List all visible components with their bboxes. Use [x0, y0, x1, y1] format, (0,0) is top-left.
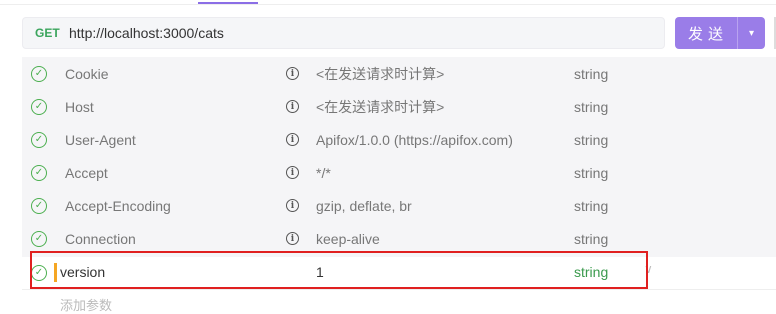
- table-row: ✓ Accept-Encoding i gzip, deflate, br st…: [22, 189, 776, 222]
- header-value: keep-alive: [316, 230, 380, 247]
- active-tab-indicator: [198, 2, 258, 4]
- check-circle-icon[interactable]: ✓: [31, 65, 47, 82]
- info-icon[interactable]: i: [286, 67, 299, 80]
- url-input[interactable]: http://localhost:3000/cats: [69, 25, 224, 41]
- header-type: string: [574, 197, 609, 214]
- method-selector[interactable]: GET: [35, 26, 69, 40]
- url-bar[interactable]: GET http://localhost:3000/cats: [22, 17, 665, 49]
- table-row: ✓ Cookie i <在发送请求时计算> string: [22, 57, 776, 90]
- header-name: Cookie: [65, 65, 109, 82]
- table-row: ✓ Host i <在发送请求时计算> string: [22, 90, 776, 123]
- header-value: */*: [316, 164, 331, 181]
- header-name: Accept: [65, 164, 108, 181]
- info-icon[interactable]: i: [286, 100, 299, 113]
- chevron-down-icon[interactable]: ▾: [738, 28, 765, 39]
- header-type: string: [574, 98, 609, 115]
- table-row: ✓ User-Agent i Apifox/1.0.0 (https://api…: [22, 123, 776, 156]
- headers-table: ✓ Cookie i <在发送请求时计算> string ✓ Host i <在…: [22, 57, 776, 257]
- header-value: <在发送请求时计算>: [316, 98, 445, 115]
- top-divider: [0, 4, 776, 5]
- check-circle-icon[interactable]: ✓: [31, 131, 47, 148]
- check-circle-icon[interactable]: ✓: [31, 98, 47, 115]
- info-icon[interactable]: i: [286, 166, 299, 179]
- header-value: gzip, deflate, br: [316, 197, 412, 214]
- send-button[interactable]: 发送 ▾: [675, 17, 765, 49]
- header-type: string: [574, 230, 609, 247]
- info-icon[interactable]: i: [286, 232, 299, 245]
- check-circle-icon[interactable]: ✓: [31, 164, 47, 181]
- header-type: string: [574, 65, 609, 82]
- highlight-annotation: [30, 251, 648, 289]
- header-name: Connection: [65, 230, 136, 247]
- info-icon[interactable]: i: [286, 199, 299, 212]
- add-param-input[interactable]: 添加参数: [60, 295, 112, 314]
- row-divider: [22, 289, 776, 290]
- header-name: Accept-Encoding: [65, 197, 171, 214]
- header-name: User-Agent: [65, 131, 136, 148]
- header-name: Host: [65, 98, 94, 115]
- check-circle-icon[interactable]: ✓: [31, 197, 47, 214]
- header-type: string: [574, 131, 609, 148]
- check-circle-icon[interactable]: ✓: [31, 230, 47, 247]
- header-value: Apifox/1.0.0 (https://apifox.com): [316, 131, 513, 148]
- header-value: <在发送请求时计算>: [316, 65, 445, 82]
- table-row: ✓ Accept i */* string: [22, 156, 776, 189]
- header-type: string: [574, 164, 609, 181]
- info-icon[interactable]: i: [286, 133, 299, 146]
- send-button-label[interactable]: 发送: [675, 23, 737, 44]
